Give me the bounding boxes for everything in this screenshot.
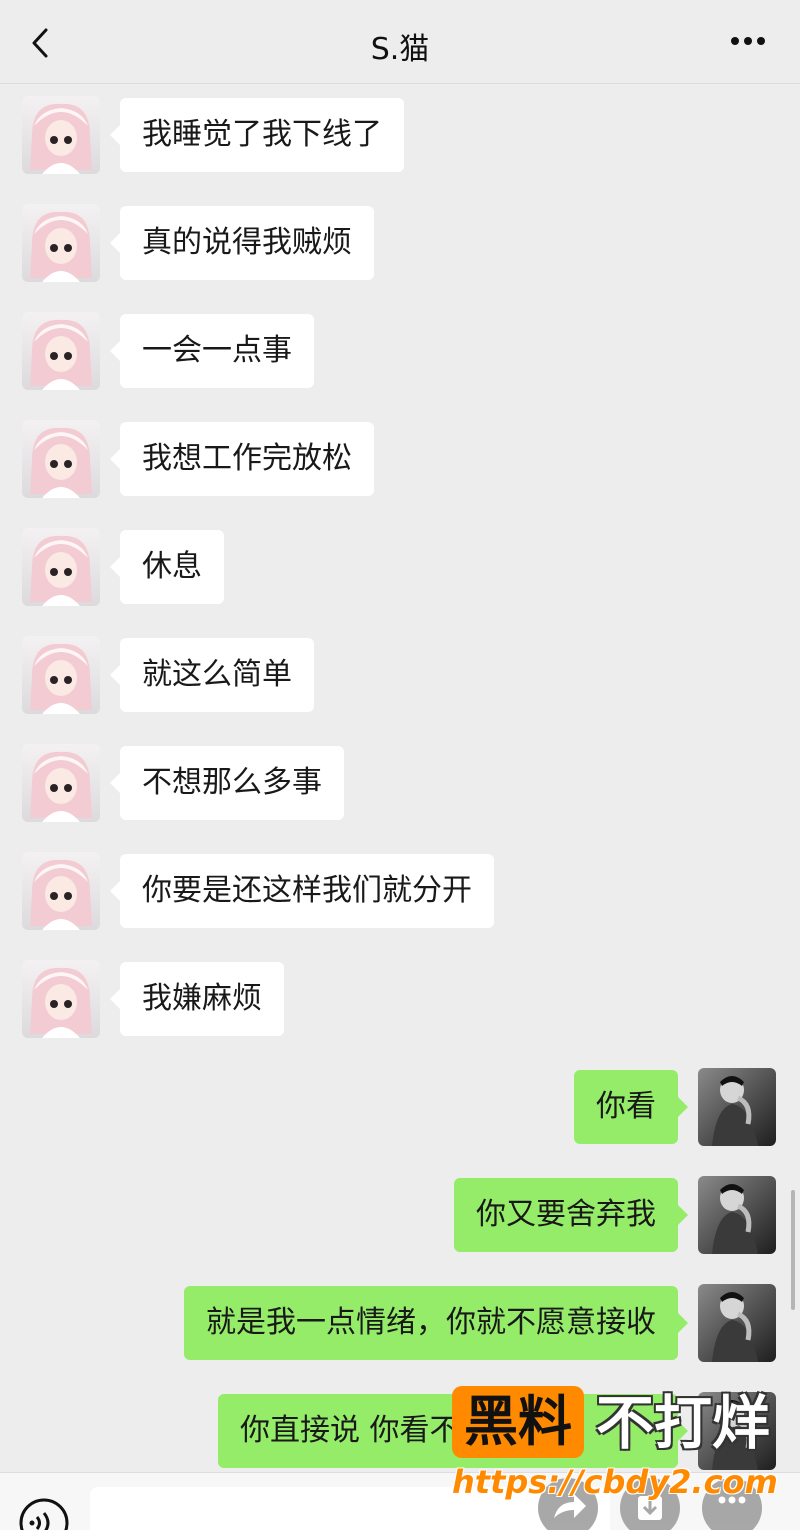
man-avatar-icon xyxy=(698,1284,776,1362)
watermark-badge: 黑料 xyxy=(452,1386,584,1458)
doll-avatar-icon xyxy=(22,744,100,822)
doll-avatar-icon xyxy=(22,204,100,282)
contact-avatar[interactable] xyxy=(22,852,100,930)
more-dots-icon[interactable] xyxy=(730,34,766,48)
message-bubble[interactable]: 就是我一点情绪，你就不愿意接收 xyxy=(184,1286,688,1360)
chat-header: S.猫 xyxy=(0,0,800,84)
doll-avatar-icon xyxy=(22,96,100,174)
contact-avatar[interactable] xyxy=(22,636,100,714)
message-bubble[interactable]: 我睡觉了我下线了 xyxy=(110,98,404,172)
message-bubble[interactable]: 不想那么多事 xyxy=(110,746,344,820)
message-bubble[interactable]: 我嫌麻烦 xyxy=(110,962,284,1036)
message-row: 你看 xyxy=(0,1068,800,1146)
doll-avatar-icon xyxy=(22,960,100,1038)
message-bubble[interactable]: 真的说得我贼烦 xyxy=(110,206,374,280)
scrollbar[interactable] xyxy=(791,1190,795,1310)
self-avatar[interactable] xyxy=(698,1068,776,1146)
doll-avatar-icon xyxy=(22,528,100,606)
message-bubble[interactable]: 你又要舍弃我 xyxy=(454,1178,688,1252)
doll-avatar-icon xyxy=(22,312,100,390)
message-bubble[interactable]: 你要是还这样我们就分开 xyxy=(110,854,494,928)
doll-avatar-icon xyxy=(22,420,100,498)
contact-avatar[interactable] xyxy=(22,312,100,390)
contact-avatar[interactable] xyxy=(22,960,100,1038)
message-row: 你又要舍弃我 xyxy=(0,1176,800,1254)
message-bubble[interactable]: 一会一点事 xyxy=(110,314,314,388)
message-bubble[interactable]: 我想工作完放松 xyxy=(110,422,374,496)
man-avatar-icon xyxy=(698,1068,776,1146)
message-bubble[interactable]: 你看 xyxy=(574,1070,688,1144)
self-avatar[interactable] xyxy=(698,1284,776,1362)
watermark: 黑料 不打烊 https://cbdy2.com xyxy=(448,1384,788,1504)
message-row: 就是我一点情绪，你就不愿意接收 xyxy=(0,1284,800,1362)
chat-title: S.猫 xyxy=(370,32,430,67)
contact-avatar[interactable] xyxy=(22,204,100,282)
doll-avatar-icon xyxy=(22,852,100,930)
self-avatar[interactable] xyxy=(698,1176,776,1254)
man-avatar-icon xyxy=(698,1176,776,1254)
contact-avatar[interactable] xyxy=(22,528,100,606)
voice-icon[interactable] xyxy=(18,1497,70,1530)
contact-avatar[interactable] xyxy=(22,744,100,822)
watermark-url: https://cbdy2.com xyxy=(452,1463,778,1501)
contact-avatar[interactable] xyxy=(22,96,100,174)
watermark-text: 不打烊 xyxy=(596,1389,771,1457)
message-bubble[interactable]: 休息 xyxy=(110,530,224,604)
doll-avatar-icon xyxy=(22,636,100,714)
message-bubble[interactable]: 就这么简单 xyxy=(110,638,314,712)
contact-avatar[interactable] xyxy=(22,420,100,498)
